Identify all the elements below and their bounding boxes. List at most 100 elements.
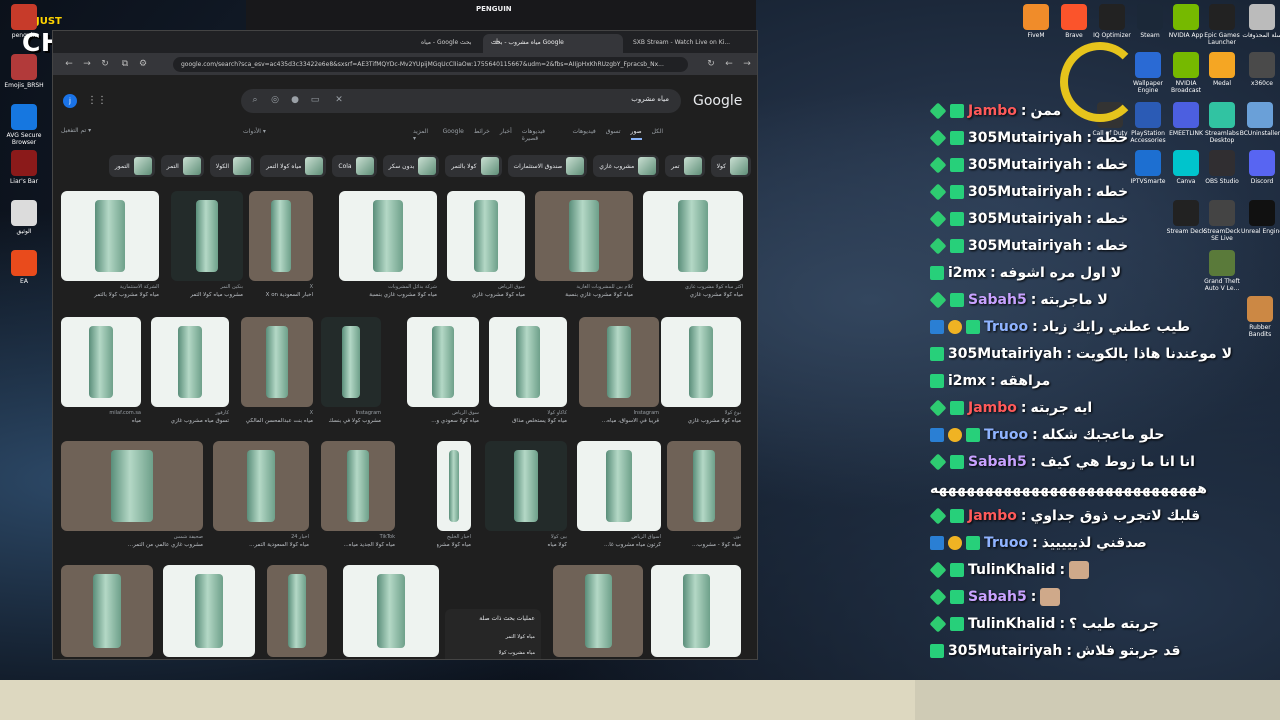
image-result[interactable] — [61, 441, 203, 531]
chat-username[interactable]: TulinKhalid — [968, 562, 1055, 578]
result-caption[interactable]: مياه كولا مشروب غازي — [447, 292, 525, 298]
result-caption[interactable]: مشروب كولا في بنسك — [321, 418, 381, 424]
image-result[interactable] — [553, 565, 643, 657]
result-caption[interactable]: تسوق مياه مشروب غازي — [151, 418, 229, 424]
image-result[interactable] — [213, 441, 309, 531]
desktop-icon[interactable]: Emojis_BRSH — [2, 54, 46, 89]
chat-username[interactable]: 305Mutairiyah — [948, 346, 1062, 362]
result-caption[interactable]: أخبار السعودية X on — [249, 292, 313, 298]
result-source[interactable]: سوق الرياض — [447, 284, 525, 290]
chat-username[interactable]: Truoo — [984, 535, 1028, 551]
chip-8[interactable]: الكولا — [209, 155, 255, 177]
tab-1[interactable]: صور — [630, 128, 642, 140]
tab-7[interactable]: Google — [443, 128, 464, 140]
result-caption[interactable]: قريباً في الأسواق، مياه... — [579, 418, 659, 424]
new-tab-icon[interactable]: + — [491, 36, 503, 48]
image-result[interactable] — [579, 317, 659, 407]
image-result[interactable] — [321, 441, 395, 531]
result-caption[interactable]: مشروب مياه كولا التمر — [171, 292, 243, 298]
result-source[interactable]: TikTok — [321, 534, 395, 540]
search-query[interactable]: مياه مشروب — [631, 95, 669, 103]
result-caption[interactable]: مياه بنت عبدالمحسن المالكي — [241, 418, 313, 424]
keyboard-icon[interactable]: ▭ — [309, 94, 321, 106]
result-caption[interactable]: مياه كولا مشروب غا... — [437, 542, 471, 548]
image-result[interactable] — [267, 565, 327, 657]
result-source[interactable]: Instagram — [321, 410, 381, 416]
chip-0[interactable]: كولا — [710, 155, 751, 177]
reload-icon[interactable]: ↻ — [99, 58, 111, 70]
tab-6[interactable]: خرائط — [474, 128, 490, 140]
tab-google-active[interactable]: مياه مشروب - بحث Google — [483, 34, 623, 53]
image-result[interactable] — [61, 191, 159, 281]
result-source[interactable]: سوق الرياض — [407, 410, 479, 416]
result-caption[interactable]: كولا مياه — [485, 542, 567, 548]
image-result[interactable] — [241, 317, 313, 407]
chat-username[interactable]: Jambo — [968, 400, 1017, 416]
result-source[interactable]: صحيفة شمس — [61, 534, 203, 540]
result-source[interactable]: أكثر مياه كولا مشروب غازي — [643, 284, 743, 290]
result-source[interactable]: نون — [667, 534, 741, 540]
desktop-icon[interactable]: penguin — [2, 4, 46, 39]
forward-right-icon[interactable]: → — [741, 58, 753, 70]
result-caption[interactable]: مياه كولا مشروب غازي — [661, 418, 741, 424]
mic-icon[interactable]: ● — [289, 94, 301, 106]
result-source[interactable]: بين كولا — [485, 534, 567, 540]
tune-icon[interactable]: ⚙ — [137, 58, 149, 70]
image-result[interactable] — [321, 317, 381, 407]
image-result[interactable] — [651, 565, 741, 657]
desktop-icon[interactable]: الوثيق — [2, 200, 46, 235]
image-result[interactable] — [437, 441, 471, 531]
result-caption[interactable]: مياه — [61, 418, 141, 424]
image-result[interactable] — [407, 317, 479, 407]
chat-username[interactable]: i2mx — [948, 373, 986, 389]
result-source[interactable]: الشركة الاستثمارية — [61, 284, 159, 290]
clear-icon[interactable]: ✕ — [333, 94, 345, 106]
chat-username[interactable]: Truoo — [984, 427, 1028, 443]
account-avatar[interactable]: j — [63, 94, 77, 108]
chip-10[interactable]: التمور — [108, 155, 155, 177]
related-item[interactable]: مياه مشروب كولا — [445, 644, 541, 659]
image-result[interactable] — [61, 565, 153, 657]
chip-4[interactable]: كولا بالتمر — [445, 155, 502, 177]
image-result[interactable] — [61, 317, 141, 407]
tab-google-1[interactable]: مياه - Google بحث — [413, 34, 483, 53]
search-box[interactable]: ⌕ ◎ ● ▭ ✕ مياه مشروب — [241, 89, 681, 113]
tab-2[interactable]: تسوق — [606, 128, 621, 140]
image-result[interactable] — [151, 317, 229, 407]
result-source[interactable]: بنكين التمر — [171, 284, 243, 290]
related-item[interactable]: مياه كولا التمر — [445, 628, 541, 644]
chat-username[interactable]: Sabah5 — [968, 454, 1027, 470]
result-caption[interactable]: مشروب غازي عالمي من التمر... — [61, 542, 203, 548]
result-source[interactable]: Instagram — [579, 410, 659, 416]
chip-3[interactable]: صندوق الاستثمارات — [507, 155, 588, 177]
desktop-icon[interactable]: سلة المحذوفات — [1240, 4, 1280, 39]
back-icon[interactable]: ← — [63, 58, 75, 70]
desktop-icon[interactable]: AVG Secure Browser — [2, 104, 46, 146]
desktop-icon[interactable]: EA — [2, 250, 46, 285]
result-caption[interactable]: مياه كولا سعودي و... — [407, 418, 479, 424]
search-icon[interactable]: ⌕ — [249, 94, 261, 106]
image-result[interactable] — [535, 191, 633, 281]
result-caption[interactable]: كرتون مياه مشروب غا... — [577, 542, 661, 548]
result-source[interactable]: أسواق الرياض — [577, 534, 661, 540]
result-caption[interactable]: مياه كولا مشروب غازي بنسبة — [535, 292, 633, 298]
result-source[interactable]: أخبار 24 — [213, 534, 309, 540]
lens-icon[interactable]: ◎ — [269, 94, 281, 106]
result-source[interactable]: milaf.com.sa — [61, 410, 141, 416]
tools-button[interactable]: الأدوات ▾ — [243, 128, 266, 135]
chip-2[interactable]: مشروب غازي — [593, 155, 660, 177]
desktop-icon[interactable]: Epic Games Launcher — [1200, 4, 1244, 46]
chat-username[interactable]: Jambo — [968, 103, 1017, 119]
result-source[interactable]: X — [241, 410, 313, 416]
desktop-icon[interactable]: x360ce — [1240, 52, 1280, 87]
chip-7[interactable]: مياه كولا التمر — [260, 155, 327, 177]
url-field[interactable]: google.com/search?sca_esv=ac435d3c33422e… — [173, 57, 688, 72]
image-result[interactable] — [577, 441, 661, 531]
image-result[interactable] — [447, 191, 525, 281]
safesearch-toggle[interactable]: تم التفعيل ▾ — [61, 127, 91, 134]
chat-username[interactable]: 305Mutairiyah — [968, 184, 1082, 200]
tab-4[interactable]: فيديوهات قصيرة — [522, 128, 563, 142]
tab-8[interactable]: المزيد ▾ — [413, 128, 433, 142]
google-logo[interactable]: Google — [693, 93, 742, 109]
tab-5[interactable]: أخبار — [500, 128, 512, 140]
